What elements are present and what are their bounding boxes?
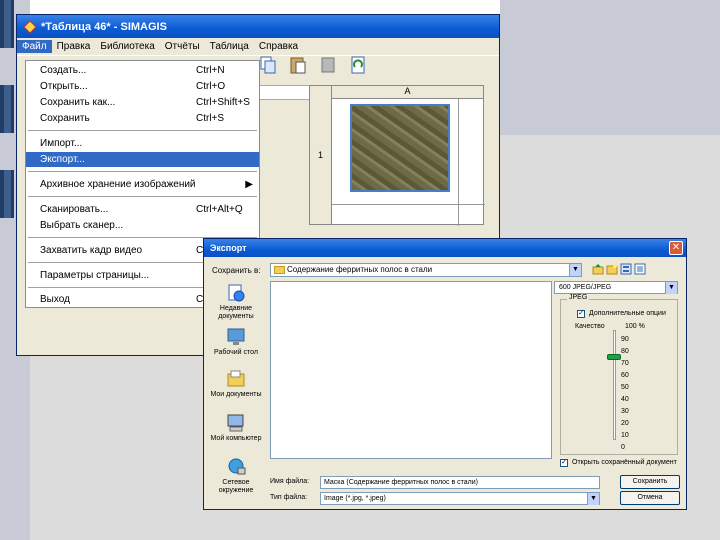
filename-input[interactable]: Маска (Содержание ферритных полос в стал… [320,476,600,489]
table-grid[interactable]: 1 A [309,85,485,226]
quality-slider-track[interactable] [613,330,616,440]
menu-item-save[interactable]: Сохранить Ctrl+S [26,111,259,126]
slider-tick: 70 [621,360,629,367]
filetype-combo[interactable]: Image (*.jpg, *.jpeg) ▼ [320,492,600,505]
open-saved-checkbox[interactable]: ✓ [560,459,568,467]
image-thumbnail[interactable] [350,104,450,192]
place-network[interactable]: Сетевое окружение [210,457,262,495]
menu-file[interactable]: Файл [17,40,52,53]
menu-item-save-as[interactable]: Сохранить как... Ctrl+Shift+S [26,95,259,110]
slider-tick: 60 [621,372,629,379]
column-header[interactable]: A [332,86,483,99]
my-documents-icon [225,369,247,389]
save-in-value: Содержание ферритных полос в стали [287,265,433,274]
menu-item-scan[interactable]: Сканировать... Ctrl+Alt+Q [26,202,259,217]
folder-icon [274,266,285,274]
place-desktop[interactable]: Рабочий стол [210,327,262,357]
place-my-computer[interactable]: Мой компьютер [210,413,262,443]
delete-icon[interactable] [319,55,337,75]
paste-icon[interactable] [289,55,307,75]
menu-separator [28,196,257,197]
grid-line [332,204,485,205]
network-icon [225,457,247,477]
menu-item-new[interactable]: Создать... Ctrl+N [26,63,259,78]
slider-tick: 50 [621,384,629,391]
chevron-down-icon[interactable]: ▼ [665,282,677,294]
slider-tick: 0 [621,444,625,451]
app-icon [23,19,37,34]
row-header-label: 1 [318,150,324,160]
place-my-documents[interactable]: Мои документы [210,369,262,399]
advanced-options-label: Дополнительные опции [589,310,666,317]
desktop-icon [225,327,247,347]
slide-decor-bar [0,85,14,133]
cancel-button[interactable]: Отмена [620,491,680,505]
slider-tick: 80 [621,348,629,355]
quality-label: Качество [575,323,605,330]
menu-item-import[interactable]: Импорт... [26,136,259,151]
grid-line [458,99,459,226]
menu-separator [28,171,257,172]
menu-item-select-scanner[interactable]: Выбрать сканер... [26,218,259,233]
recent-documents-icon [225,283,247,303]
export-dialog: Экспорт ✕ Сохранить в: Содержание феррит… [203,238,687,510]
refresh-document-icon[interactable] [349,55,367,75]
close-icon[interactable]: ✕ [669,241,683,255]
view-menu-icon[interactable] [620,263,632,275]
place-recent[interactable]: Недавние документы [210,283,262,321]
chevron-down-icon[interactable]: ▼ [587,493,599,505]
format-combo[interactable]: 600 JPEG/JPEG ▼ [554,281,678,294]
slide-decor-bar [0,170,14,218]
main-titlebar[interactable]: *Таблица 46* - SIMAGIS [17,15,499,38]
menu-separator [28,130,257,131]
slider-tick: 40 [621,396,629,403]
menu-item-export[interactable]: Экспорт... [26,152,259,167]
row-header: 1 [310,86,332,224]
slide-right-panel [500,0,720,135]
quality-value: 100 % [625,323,645,330]
places-bar: Недавние документы Рабочий стол Мои доку… [210,281,262,503]
format-value: 600 JPEG/JPEG [559,284,612,291]
dialog-title: Экспорт [210,243,247,253]
quality-slider-thumb[interactable] [607,354,621,360]
save-button[interactable]: Сохранить [620,475,680,489]
toolbar: ▾ [243,55,367,75]
slider-tick: 10 [621,432,629,439]
left-pane-header [258,85,310,100]
list-view-icon[interactable] [634,263,646,275]
up-folder-icon[interactable] [592,263,604,275]
slide-decor-bar [0,0,14,48]
open-saved-label: Открыть сохранённый документ [572,459,677,466]
menu-help[interactable]: Справка [254,40,303,53]
menu-edit[interactable]: Правка [52,40,96,53]
dialog-titlebar[interactable]: Экспорт [204,239,686,257]
filetype-label: Тип файла: [270,494,308,501]
group-label: JPEG [567,294,590,301]
submenu-arrow-icon: ▶ [245,179,253,190]
jpeg-options-group: JPEG ✓ Дополнительные опции Качество 100… [560,294,678,455]
menu-library[interactable]: Библиотека [95,40,159,53]
file-list[interactable] [270,281,552,459]
slider-tick: 20 [621,420,629,427]
my-computer-icon [225,413,247,433]
new-folder-icon[interactable] [606,263,618,275]
filename-label: Имя файла: [270,478,310,485]
chevron-down-icon[interactable]: ▼ [569,264,581,276]
window-title: *Таблица 46* - SIMAGIS [41,20,167,33]
slider-tick: 90 [621,336,629,343]
menubar: Файл Правка Библиотека Отчёты Таблица Сп… [17,38,499,56]
menu-item-open[interactable]: Открыть... Ctrl+O [26,79,259,94]
slider-tick: 30 [621,408,629,415]
copy-icon[interactable] [259,55,277,75]
save-in-combo[interactable]: Содержание ферритных полос в стали ▼ [270,263,582,277]
menu-table[interactable]: Таблица [205,40,254,53]
save-in-label: Сохранить в: [212,266,261,275]
menu-reports[interactable]: Отчёты [160,40,205,53]
advanced-options-checkbox[interactable]: ✓ [577,310,585,318]
menu-item-archive[interactable]: Архивное хранение изображений ▶ [26,177,259,192]
